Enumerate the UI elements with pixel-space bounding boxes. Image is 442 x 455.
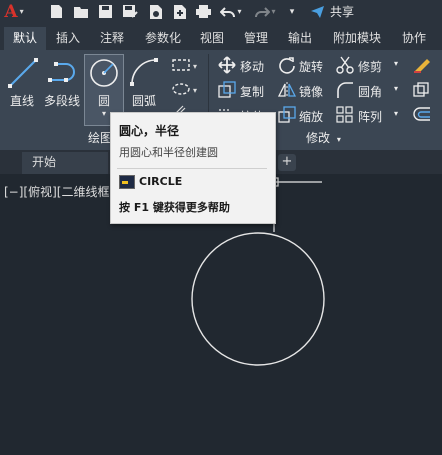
tab-collaborate[interactable]: 协作 (394, 27, 434, 50)
draw-panel-label[interactable]: 绘图 (88, 129, 112, 146)
redo-icon[interactable]: ▾ (252, 3, 278, 20)
polyline-label[interactable]: 多段线 (44, 92, 80, 109)
tooltip-command: CIRCLE (139, 175, 183, 188)
svg-text:▾: ▾ (193, 62, 197, 71)
customize-toolbar-icon[interactable]: ▾ (286, 3, 298, 20)
drawn-circle[interactable] (191, 232, 325, 366)
tab-default[interactable]: 默认 (4, 27, 46, 50)
tab-start-label: 开始 (32, 155, 57, 169)
tooltip-description: 用圆心和半径创建圆 (119, 146, 218, 159)
circle-button[interactable] (84, 54, 124, 92)
command-icon (119, 175, 135, 189)
arc-label[interactable]: 圆弧 (132, 92, 156, 109)
tab-parametric[interactable]: 参数化 (138, 27, 188, 50)
trim-dropdown-icon[interactable]: ▾ (394, 59, 398, 68)
move-label[interactable]: 移动 (240, 58, 264, 75)
tab-addins[interactable]: 附加模块 (326, 27, 388, 50)
share-button[interactable]: 共享 (305, 3, 359, 20)
array-dropdown-icon[interactable]: ▾ (394, 109, 398, 118)
line-icon[interactable] (6, 56, 40, 93)
new-tab-button[interactable]: + (278, 154, 296, 171)
open-web-icon[interactable] (148, 3, 164, 20)
rotate-label[interactable]: 旋转 (299, 58, 323, 75)
plot-icon[interactable] (194, 3, 212, 20)
tab-insert[interactable]: 插入 (50, 27, 86, 50)
trim-icon[interactable] (336, 56, 354, 77)
new-file-icon[interactable] (48, 3, 64, 20)
ellipse-icon[interactable]: ▾ (171, 82, 201, 99)
offset-icon[interactable] (412, 106, 432, 127)
mirror-label[interactable]: 镜像 (299, 83, 323, 100)
trim-label[interactable]: 修剪 (358, 58, 382, 75)
line-label[interactable]: 直线 (10, 92, 34, 109)
explode-icon[interactable] (412, 81, 430, 102)
svg-text:▾: ▾ (193, 86, 197, 95)
mirror-icon[interactable] (277, 81, 297, 102)
tooltip-divider (117, 168, 267, 169)
undo-icon[interactable]: ▾ (218, 3, 244, 20)
array-label[interactable]: 阵列 (358, 108, 382, 125)
fillet-label[interactable]: 圆角 (358, 83, 382, 100)
modify-panel-title: 修改 (306, 131, 331, 145)
quick-access-toolbar: A ▾ ▾ ▾ ▾ 共享 (0, 0, 442, 24)
scale-icon[interactable] (278, 106, 296, 127)
erase-icon[interactable] (412, 56, 432, 77)
tab-start[interactable]: 开始 (22, 152, 108, 174)
copy-icon[interactable] (218, 81, 236, 102)
save-as-icon[interactable] (121, 3, 139, 20)
circle-label: 圆 (97, 94, 110, 108)
ribbon-tab-bar: 默认 插入 注释 参数化 视图 管理 输出 附加模块 协作 (0, 24, 442, 50)
move-icon[interactable] (218, 56, 236, 77)
arc-icon[interactable] (128, 56, 162, 91)
circle-icon (90, 59, 118, 87)
chevron-down-icon: ▾ (336, 135, 341, 144)
fillet-dropdown-icon[interactable]: ▾ (394, 84, 398, 93)
command-tooltip: 圆心，半径 用圆心和半径创建圆 CIRCLE 按 F1 键获得更多帮助 (110, 112, 276, 224)
save-icon[interactable] (97, 3, 113, 20)
tooltip-title: 圆心，半径 (119, 124, 180, 138)
modify-panel-label[interactable]: 修改 ▾ (306, 129, 341, 146)
tab-output[interactable]: 输出 (282, 27, 318, 50)
scale-label[interactable]: 缩放 (299, 108, 323, 125)
tooltip-help: 按 F1 键获得更多帮助 (119, 201, 230, 214)
share-label: 共享 (329, 5, 354, 19)
tab-manage[interactable]: 管理 (238, 27, 274, 50)
rectangle-icon[interactable]: ▾ (171, 58, 201, 75)
fillet-icon[interactable] (336, 81, 354, 102)
tab-view[interactable]: 视图 (194, 27, 230, 50)
array-icon[interactable] (336, 106, 354, 127)
rotate-icon[interactable] (278, 56, 296, 77)
tab-annotate[interactable]: 注释 (94, 27, 130, 50)
save-web-icon[interactable] (172, 3, 188, 20)
share-icon (310, 6, 324, 18)
polyline-icon[interactable] (48, 58, 82, 91)
open-file-icon[interactable] (72, 3, 90, 20)
copy-label[interactable]: 复制 (240, 83, 264, 100)
app-logo-icon[interactable]: A ▾ (3, 2, 25, 22)
